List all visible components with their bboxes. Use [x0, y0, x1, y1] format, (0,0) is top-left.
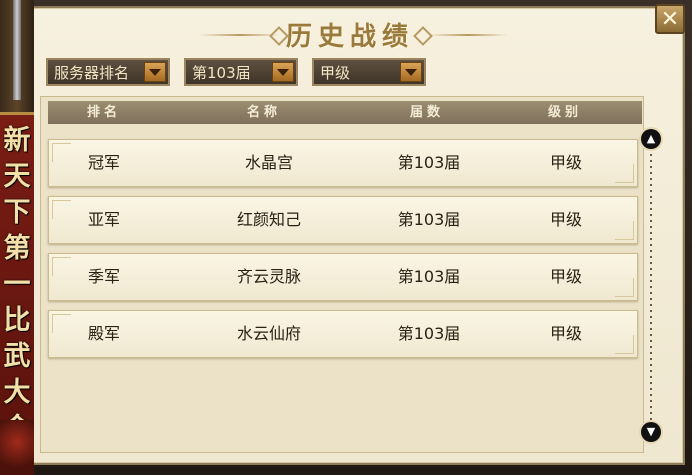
banner-char: 比 [3, 305, 31, 336]
table-row[interactable]: 季军 齐云灵脉 第103届 甲级 [48, 253, 638, 301]
cell-name: 水云仙府 [236, 324, 302, 343]
row-corner-ornament [52, 143, 71, 162]
banner-text: 新 天 下 第 一 比 武 大 会 [0, 112, 34, 458]
server-rank-dropdown-label: 服务器排名 [54, 63, 130, 82]
scroll-down-icon[interactable]: ▼ [641, 422, 661, 442]
cell-session: 第103届 [397, 324, 461, 343]
banner-pole [13, 0, 21, 100]
banner-char: 天 [3, 161, 31, 192]
row-corner-ornament [615, 221, 634, 240]
event-banner: 新 天 下 第 一 比 武 大 会 [0, 0, 34, 475]
table-row[interactable]: 殿军 水云仙府 第103届 甲级 [48, 310, 638, 358]
close-button[interactable]: ✕ [655, 4, 685, 34]
cell-name: 齐云灵脉 [236, 267, 302, 286]
scroll-up-icon[interactable]: ▲ [641, 129, 661, 149]
cell-level: 甲级 [549, 210, 583, 229]
cell-rank: 亚军 [87, 210, 121, 229]
row-corner-ornament [615, 278, 634, 297]
cell-session: 第103届 [397, 210, 461, 229]
cell-name: 红颜知己 [236, 210, 302, 229]
banner-char: 大 [3, 377, 31, 408]
cell-rank: 季军 [87, 267, 121, 286]
server-rank-dropdown[interactable]: 服务器排名 [46, 58, 170, 86]
page-title: 历史战绩 [285, 21, 414, 52]
row-corner-ornament [615, 164, 634, 183]
level-dropdown-label: 甲级 [320, 63, 351, 82]
cell-level: 甲级 [549, 153, 583, 172]
row-corner-ornament [615, 335, 634, 354]
title-bar: 历史战绩 [180, 14, 520, 54]
cell-rank: 冠军 [87, 153, 121, 172]
chevron-down-icon[interactable] [272, 62, 294, 82]
row-corner-ornament [52, 257, 71, 276]
chevron-down-icon[interactable] [144, 62, 166, 82]
cell-name: 水晶宫 [244, 153, 294, 172]
header-level: 级别 [547, 105, 583, 120]
cell-level: 甲级 [549, 324, 583, 343]
banner-char: 新 [3, 125, 31, 156]
cell-rank: 殿军 [87, 324, 121, 343]
table-header: 排名 名称 届数 级别 [48, 101, 642, 124]
level-dropdown[interactable]: 甲级 [312, 58, 426, 86]
banner-char: 下 [3, 197, 31, 228]
header-name: 名称 [246, 105, 282, 120]
header-session: 届数 [409, 105, 445, 120]
cell-session: 第103届 [397, 153, 461, 172]
banner-char: 一 [3, 269, 31, 300]
session-dropdown-label: 第103届 [192, 63, 251, 82]
title-ornament-right [413, 26, 433, 46]
cell-level: 甲级 [549, 267, 583, 286]
row-corner-ornament [52, 314, 71, 333]
session-dropdown[interactable]: 第103届 [184, 58, 298, 86]
table-row[interactable]: 亚军 红颜知己 第103届 甲级 [48, 196, 638, 244]
scrollbar-track[interactable] [650, 148, 652, 426]
row-corner-ornament [52, 200, 71, 219]
header-rank: 排名 [86, 105, 122, 120]
table-row[interactable]: 冠军 水晶宫 第103届 甲级 [48, 139, 638, 187]
banner-char: 武 [3, 341, 31, 372]
banner-ornament [0, 420, 34, 475]
banner-char: 第 [3, 233, 31, 264]
chevron-down-icon[interactable] [400, 62, 422, 82]
cell-session: 第103届 [397, 267, 461, 286]
title-divider-right [428, 34, 508, 36]
